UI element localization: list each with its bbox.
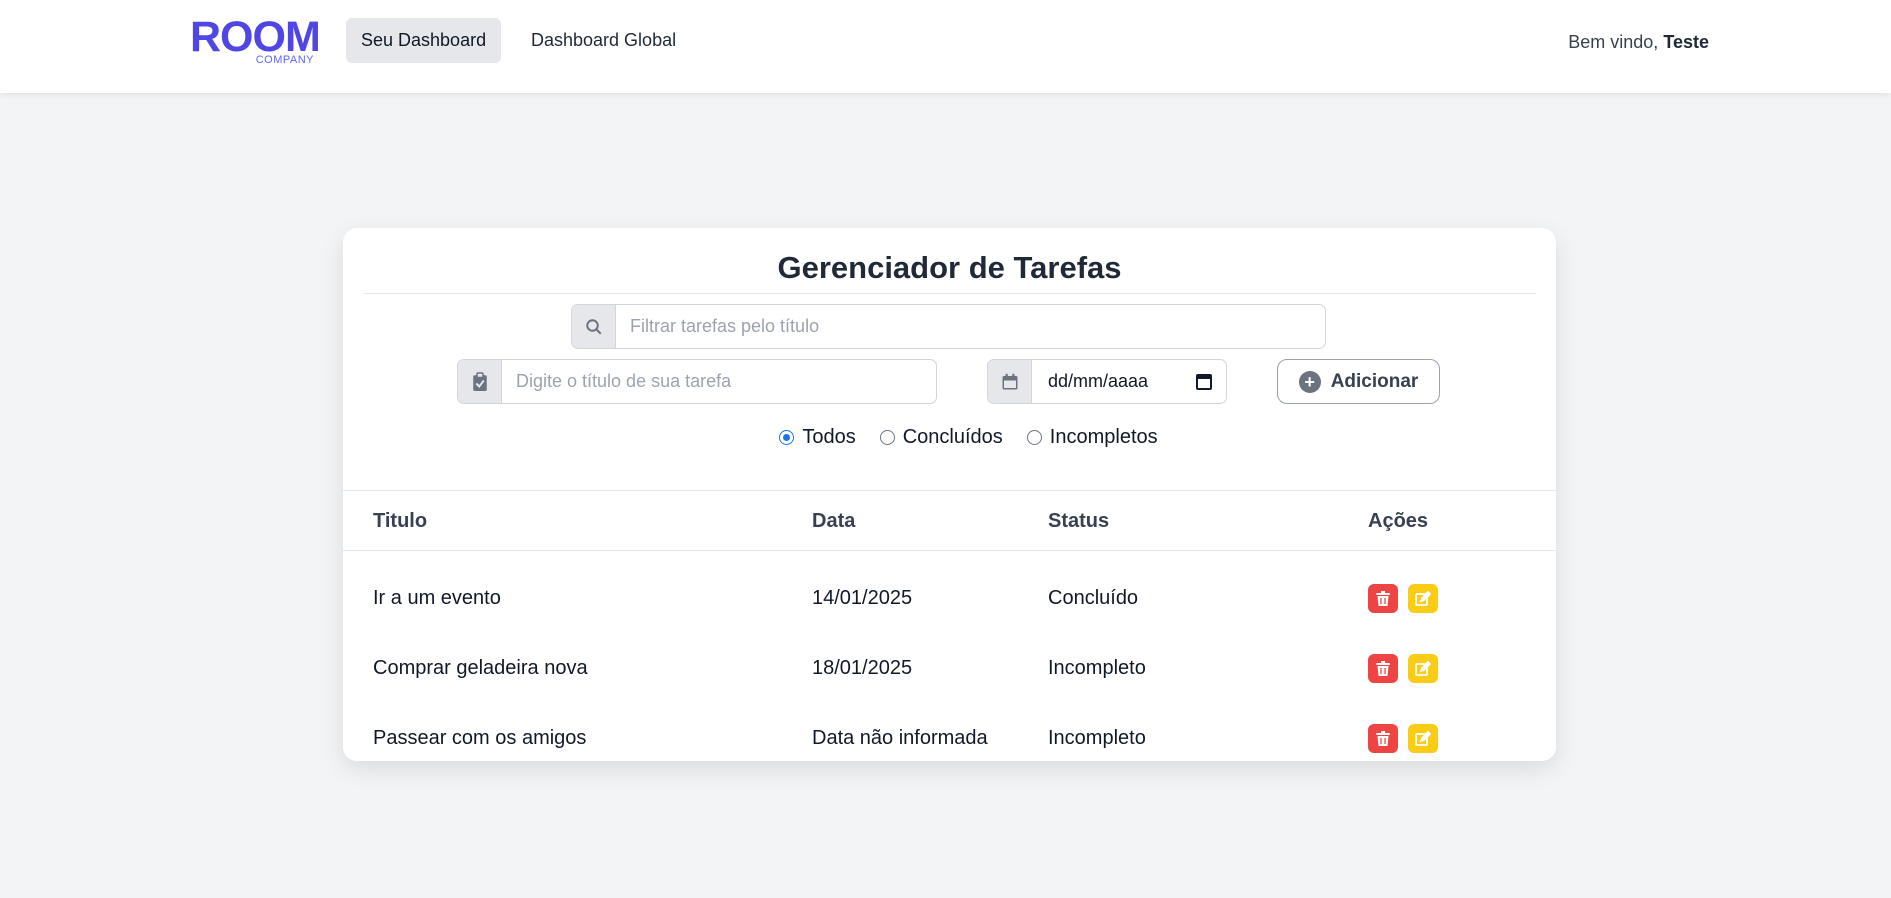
title-divider xyxy=(363,293,1536,294)
plus-circle-icon: + xyxy=(1298,370,1321,393)
status-filter-radios: Todos Concluídos Incompletos xyxy=(343,426,1556,449)
edit-icon xyxy=(1415,590,1431,606)
company-logo[interactable]: ROOM COMPANY xyxy=(190,14,321,68)
delete-button[interactable] xyxy=(1368,724,1398,753)
edit-button[interactable] xyxy=(1408,584,1438,613)
delete-button[interactable] xyxy=(1368,654,1398,683)
filter-input[interactable] xyxy=(616,305,1325,348)
column-header-actions: Ações xyxy=(1368,510,1429,532)
radio-completed-label: Concluídos xyxy=(902,426,1003,448)
logo-subtitle: COMPANY xyxy=(255,54,314,66)
radio-incomplete[interactable]: Incompletos xyxy=(1026,426,1158,449)
row-actions xyxy=(1368,654,1438,683)
welcome-message: Bem vindo, Teste xyxy=(1568,32,1709,53)
calendar-icon xyxy=(988,360,1032,403)
welcome-prefix: Bem vindo, xyxy=(1568,32,1659,52)
table-row: Passear com os amigos Data não informada… xyxy=(343,711,1556,761)
radio-incomplete-control[interactable] xyxy=(1026,430,1042,445)
trash-icon xyxy=(1376,660,1390,676)
new-task-input-group xyxy=(457,359,937,404)
clipboard-check-icon xyxy=(458,360,502,403)
nav-global-dashboard[interactable]: Dashboard Global xyxy=(516,18,691,63)
table-row: Ir a um evento 14/01/2025 Concluído xyxy=(343,571,1556,629)
date-picker-icon[interactable] xyxy=(1196,373,1212,390)
task-title: Passear com os amigos xyxy=(373,727,587,749)
radio-incomplete-label: Incompletos xyxy=(1049,426,1158,448)
task-date: 14/01/2025 xyxy=(812,587,913,609)
edit-icon xyxy=(1415,730,1431,746)
table-header-divider xyxy=(343,550,1556,551)
radio-completed[interactable]: Concluídos xyxy=(879,426,1003,449)
task-status: Concluído xyxy=(1048,587,1139,609)
nav-my-dashboard[interactable]: Seu Dashboard xyxy=(346,18,502,63)
task-title: Comprar geladeira nova xyxy=(373,657,588,679)
column-header-status[interactable]: Status xyxy=(1048,510,1109,533)
radio-all-control[interactable] xyxy=(779,430,795,445)
table-divider xyxy=(343,490,1556,491)
page-title: Gerenciador de Tarefas xyxy=(777,250,1122,285)
filter-input-group xyxy=(571,304,1326,349)
search-icon xyxy=(572,305,616,348)
table-row: Comprar geladeira nova 18/01/2025 Incomp… xyxy=(343,641,1556,699)
add-task-label: Adicionar xyxy=(1330,370,1419,392)
column-header-date[interactable]: Data xyxy=(812,510,855,533)
user-name: Teste xyxy=(1663,32,1709,52)
task-title: Ir a um evento xyxy=(373,587,501,609)
edit-button[interactable] xyxy=(1408,724,1438,753)
task-status: Incompleto xyxy=(1048,727,1146,749)
task-date: Data não informada xyxy=(812,727,988,749)
row-actions xyxy=(1368,724,1438,753)
trash-icon xyxy=(1376,590,1390,606)
delete-button[interactable] xyxy=(1368,584,1398,613)
date-input-value: dd/mm/aaaa xyxy=(1048,371,1149,391)
navbar: ROOM COMPANY Seu Dashboard Dashboard Glo… xyxy=(0,0,1891,93)
edit-button[interactable] xyxy=(1408,654,1438,683)
radio-all[interactable]: Todos xyxy=(779,426,856,449)
row-actions xyxy=(1368,584,1438,613)
task-status: Incompleto xyxy=(1048,657,1146,679)
radio-all-label: Todos xyxy=(802,426,856,448)
edit-icon xyxy=(1415,660,1431,676)
date-input-group: dd/mm/aaaa xyxy=(987,359,1227,404)
column-header-title[interactable]: Titulo xyxy=(373,510,427,533)
task-date: 18/01/2025 xyxy=(812,657,913,679)
date-input[interactable]: dd/mm/aaaa xyxy=(1032,360,1226,403)
add-task-button[interactable]: + Adicionar xyxy=(1277,359,1440,404)
task-title-input[interactable] xyxy=(502,360,936,403)
task-manager-card: Gerenciador de Tarefas dd/mm/aaaa + Adic… xyxy=(343,228,1556,761)
radio-completed-control[interactable] xyxy=(879,430,895,445)
trash-icon xyxy=(1376,730,1390,746)
